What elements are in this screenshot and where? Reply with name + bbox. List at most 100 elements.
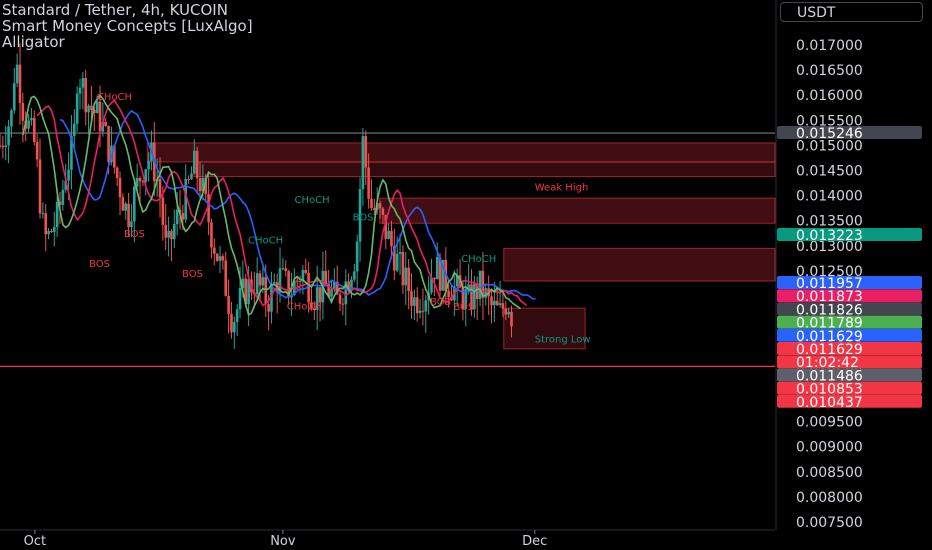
candle-body — [158, 178, 162, 198]
candle-body — [298, 281, 302, 283]
price-tick-label: 0.016000 — [796, 88, 863, 104]
currency-button[interactable]: USDT — [780, 2, 923, 22]
candle-body — [170, 231, 173, 240]
zone-1 — [193, 161, 776, 178]
candle-body — [27, 120, 30, 129]
structure-label-7: BOS — [353, 213, 374, 224]
candle-body — [167, 231, 170, 238]
candle-body — [190, 173, 193, 180]
candle-body — [413, 297, 416, 306]
candle-body — [130, 221, 133, 228]
candle-body — [284, 268, 288, 272]
candle-body — [107, 125, 110, 163]
candle-body — [44, 213, 48, 235]
time-tick-label: Oct — [24, 534, 46, 549]
price-tick-label: 0.009000 — [796, 440, 863, 456]
structure-label-12: CHoCH — [97, 92, 132, 103]
price-chart[interactable]: Weak HighStrong LowCHoCHBOSBOSCHoCHBOSBO… — [0, 0, 932, 550]
candle-body — [30, 117, 33, 121]
candle-body — [338, 294, 342, 304]
candle-body — [424, 300, 428, 312]
candle-body — [495, 300, 499, 306]
price-tick-label: 0.007500 — [796, 515, 863, 531]
candle-body — [181, 213, 185, 220]
candle-body — [373, 208, 376, 210]
structure-label-5: CHoCH — [287, 302, 322, 313]
candle-body — [224, 260, 228, 296]
price-tick-label: 0.008000 — [796, 490, 863, 506]
structure-label-11: CHoCH — [461, 254, 496, 265]
candle-body — [355, 241, 359, 272]
candle-body — [52, 227, 56, 232]
time-tick-label: Nov — [270, 534, 296, 549]
structure-label-10: BOS — [453, 302, 474, 313]
candle-body — [32, 117, 36, 143]
candle-body — [324, 270, 328, 284]
candle-body — [195, 150, 199, 179]
candle-body — [198, 178, 202, 192]
structure-label-2: CHoCH — [295, 195, 330, 206]
candle-body — [61, 189, 65, 205]
candle-body — [398, 251, 402, 254]
candle-body — [12, 83, 16, 111]
candle-body — [341, 303, 345, 305]
supply-zones — [146, 142, 776, 350]
candle-body — [21, 102, 25, 121]
candle-body — [484, 288, 488, 298]
indicator-smc[interactable]: Smart Money Concepts [LuxAlgo] — [2, 18, 253, 34]
candle-body — [407, 267, 410, 292]
candle-body — [493, 300, 496, 306]
candle-body — [173, 224, 176, 240]
structure-label-3: BOS — [89, 259, 110, 270]
price-tag-text: 0.010437 — [796, 395, 863, 411]
candle-body — [267, 304, 270, 312]
candle-body — [401, 251, 405, 286]
candle-body — [318, 287, 322, 303]
candle-body — [233, 321, 236, 333]
candle-body — [235, 309, 239, 322]
zone-2 — [379, 197, 776, 224]
candle-body — [255, 273, 259, 295]
candle-body — [215, 253, 219, 261]
candle-body — [435, 257, 439, 280]
candle-body — [447, 290, 450, 297]
candle-body — [121, 197, 125, 211]
candle-body — [187, 179, 190, 181]
candle-body — [72, 123, 76, 137]
chart-legend: Standard / Tether, 4h, KUCOIN Smart Mone… — [2, 2, 253, 50]
structure-label-8: CHoCH — [248, 235, 283, 246]
candle-body — [218, 256, 222, 261]
candle-body — [115, 167, 119, 178]
candle-body — [84, 77, 88, 113]
candle-body — [507, 311, 510, 315]
candle-body — [7, 126, 10, 146]
structure-label-0: Weak High — [535, 183, 589, 194]
candle-body — [364, 136, 368, 168]
candle-body — [353, 271, 356, 280]
price-tick-label: 0.008500 — [796, 465, 863, 481]
candle-body — [378, 203, 382, 209]
candle-body — [15, 64, 19, 84]
indicator-alligator[interactable]: Alligator — [2, 34, 253, 50]
candle-body — [504, 308, 508, 315]
candle-body — [273, 282, 276, 284]
price-tick-label: 0.016500 — [796, 63, 863, 79]
candle-body — [95, 101, 99, 114]
candle-body — [501, 303, 505, 309]
candle-body — [330, 289, 333, 297]
structure-label-4: BOS — [182, 269, 203, 280]
zone-0 — [146, 142, 776, 163]
candle-body — [55, 201, 59, 228]
symbol-title[interactable]: Standard / Tether, 4h, KUCOIN — [2, 2, 253, 18]
candle-body — [0, 145, 2, 147]
price-axis[interactable]: 0.0170000.0165000.0160000.0155000.015000… — [775, 0, 863, 531]
time-axis[interactable]: Oct Nov Dec — [0, 529, 775, 549]
candle-body — [478, 270, 482, 300]
candle-body — [213, 247, 216, 254]
candle-body — [127, 203, 130, 228]
candle-body — [18, 64, 22, 103]
price-tick-label: 0.009500 — [796, 415, 863, 431]
candle-body — [510, 311, 513, 327]
structure-label-6: BOS — [124, 229, 145, 240]
candle-body — [47, 230, 50, 235]
